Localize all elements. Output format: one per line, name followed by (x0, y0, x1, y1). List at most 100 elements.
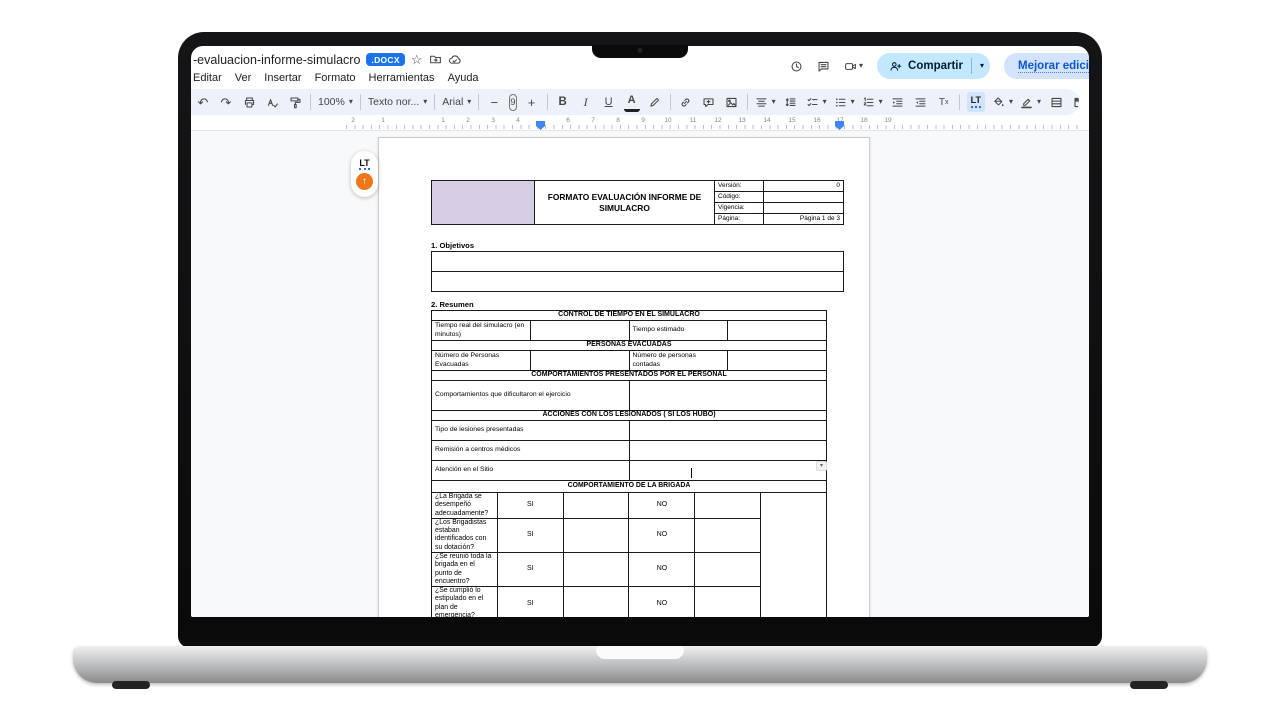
checkbox-cell (563, 552, 629, 586)
meta-value (764, 203, 844, 214)
laptop-lid-scoop (596, 646, 684, 659)
ruler-number: 18 (860, 117, 867, 124)
toolbar: ↶ ↷ 100%▾ Texto nor...▾ Arial▾ − 9 + (191, 89, 1079, 115)
webcam-icon (638, 48, 643, 53)
numbered-list-select[interactable]: ▾ (862, 96, 883, 109)
line-spacing-icon[interactable] (783, 92, 799, 112)
highlight-pen-icon[interactable] (647, 92, 663, 112)
font-select[interactable]: Arial▾ (442, 96, 471, 108)
checklist-select[interactable]: ▾ (806, 96, 827, 109)
cloud-status-icon[interactable] (448, 53, 461, 66)
text-color-icon[interactable]: A (624, 92, 640, 112)
ruler-indent-marker[interactable] (536, 121, 545, 130)
undo-icon[interactable]: ↶ (195, 92, 211, 112)
table-rows-icon[interactable] (1048, 92, 1064, 112)
share-button[interactable]: Compartir ▾ (877, 53, 990, 79)
move-folder-icon[interactable] (429, 53, 442, 66)
align-select[interactable]: ▾ (755, 96, 776, 109)
increase-indent-icon[interactable] (913, 92, 929, 112)
checkbox-cell (563, 587, 629, 617)
comportamientos-table: COMPORTAMIENTOS PRESENTADOS POR EL PERSO… (431, 370, 827, 411)
ruler-number: 1 (381, 117, 385, 124)
google-docs-app: -evaluacion-informe-simulacro .DOCX ☆ Ed… (191, 46, 1089, 617)
meta-value: Página 1 de 3 (764, 214, 844, 225)
input-cell (530, 351, 629, 371)
languagetool-logo-icon[interactable]: LT (359, 158, 369, 171)
version-history-icon[interactable] (790, 60, 803, 73)
input-cell (629, 461, 827, 481)
improve-editing-button[interactable]: Mejorar edición (1004, 53, 1089, 79)
meta-value (764, 192, 844, 203)
decrease-font-icon[interactable]: − (486, 92, 502, 112)
styles-select[interactable]: Texto nor...▾ (368, 96, 427, 108)
menu-bar: Editar Ver Insertar Formato Herramientas… (193, 72, 479, 84)
ruler-number: 11 (690, 117, 697, 124)
ruler-number: 8 (616, 117, 620, 124)
spellcheck-icon[interactable] (264, 92, 280, 112)
menu-ver[interactable]: Ver (235, 72, 252, 84)
section-heading-resumen: 2. Resumen (431, 300, 869, 309)
objetivos-table (431, 251, 844, 292)
chevron-down-icon: ▾ (859, 62, 863, 70)
decrease-indent-icon[interactable] (890, 92, 906, 112)
input-cell (530, 321, 629, 341)
bullet-list-select[interactable]: ▾ (834, 96, 855, 109)
menu-editar[interactable]: Editar (193, 72, 222, 84)
horizontal-ruler[interactable]: 211234678910111213141516171819 (191, 116, 1089, 131)
underline-icon[interactable]: U (601, 92, 617, 112)
meta-label: Página: (715, 214, 764, 225)
font-size-input[interactable]: 9 (509, 94, 516, 111)
input-cell (728, 351, 827, 371)
ruler-indent-marker[interactable] (835, 121, 844, 130)
add-comment-icon[interactable] (701, 92, 717, 112)
ruler-number: 2 (466, 117, 470, 124)
paint-format-icon[interactable] (287, 92, 303, 112)
checkbox-cell (695, 587, 761, 617)
italic-icon[interactable]: I (578, 92, 594, 112)
star-icon[interactable]: ☆ (411, 53, 423, 66)
merged-cell (761, 493, 827, 618)
meta-label: Código: (715, 192, 764, 203)
redo-icon[interactable]: ↷ (218, 92, 234, 112)
laptop-base (73, 646, 1207, 683)
ruler-number: 7 (591, 117, 595, 124)
comments-icon[interactable] (817, 60, 830, 73)
highlighter-select[interactable]: ▾ (1020, 96, 1041, 109)
languagetool-premium-icon[interactable]: ↑ (356, 173, 373, 190)
fill-color-select[interactable]: ▾ (992, 96, 1013, 109)
print-icon[interactable] (241, 92, 257, 112)
share-dropdown-icon[interactable]: ▾ (980, 62, 984, 70)
ruler-number: 19 (884, 117, 891, 124)
checkbox-cell (563, 518, 629, 552)
table-properties-icon[interactable] (1071, 92, 1079, 112)
laptop-notch (592, 45, 688, 58)
ruler-number: 9 (641, 117, 645, 124)
menu-insertar[interactable]: Insertar (264, 72, 301, 84)
meta-label: Vigencia: (715, 203, 764, 214)
insert-image-icon[interactable] (724, 92, 740, 112)
document-page[interactable]: FORMATO EVALUACIÓN INFORME DE SIMULACRO … (378, 137, 870, 617)
increase-font-icon[interactable]: + (524, 92, 540, 112)
table-cell-dropdown[interactable]: ▾ (816, 461, 827, 471)
menu-herramientas[interactable]: Herramientas (369, 72, 435, 84)
document-title[interactable]: -evaluacion-informe-simulacro (193, 53, 360, 67)
clear-formatting-icon[interactable]: Tx (936, 92, 952, 112)
laptop-screen: -evaluacion-informe-simulacro .DOCX ☆ Ed… (191, 46, 1089, 617)
input-cell (629, 421, 827, 441)
menu-ayuda[interactable]: Ayuda (448, 72, 479, 84)
meet-button[interactable]: ▾ (844, 60, 863, 73)
ruler-number: 14 (763, 117, 770, 124)
ruler-number: 1 (441, 117, 445, 124)
languagetool-icon[interactable]: LT (967, 92, 985, 112)
zoom-select[interactable]: 100%▾ (318, 96, 353, 108)
editor-canvas: LT ↑ FORMATO EVALUACIÓN INFORME DE SIMUL… (191, 131, 1089, 617)
laptop-foot (112, 681, 150, 689)
menu-formato[interactable]: Formato (315, 72, 356, 84)
laptop-bezel: -evaluacion-informe-simulacro .DOCX ☆ Ed… (178, 32, 1102, 648)
empty-row (432, 252, 844, 272)
ruler-number: 13 (738, 117, 745, 124)
insert-link-icon[interactable] (678, 92, 694, 112)
input-cell (728, 321, 827, 341)
checkbox-cell (695, 518, 761, 552)
bold-icon[interactable]: B (555, 92, 571, 112)
